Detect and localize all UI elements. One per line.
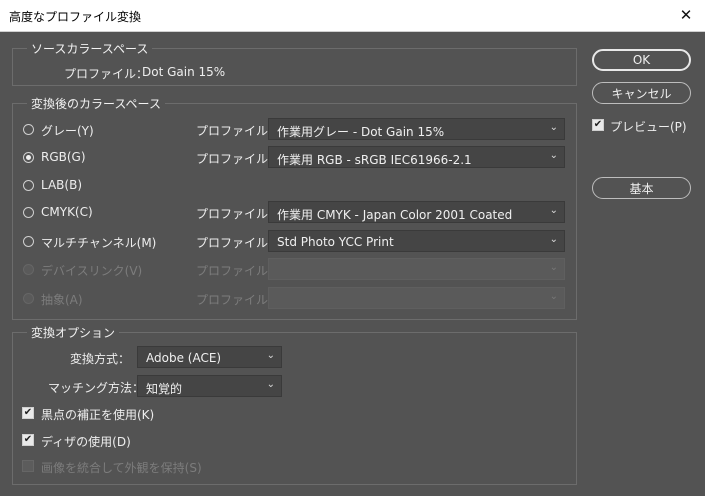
radio-lab[interactable] bbox=[23, 180, 34, 191]
chevron-down-icon: ⌄ bbox=[549, 291, 558, 302]
title-bar: 高度なプロファイル変換 ✕ bbox=[0, 0, 705, 32]
preview-checkbox[interactable]: ✔ bbox=[592, 119, 604, 131]
flatten-label: 画像を統合して外観を保持(S) bbox=[41, 461, 202, 475]
radio-cmyk[interactable] bbox=[23, 207, 34, 218]
intent-value: 知覚的 bbox=[146, 382, 183, 396]
abstract-profile-select[interactable]: ⌄ bbox=[268, 287, 565, 309]
destination-color-space-group: 変換後のカラースペース グレー(Y) プロファイル： 作業用グレー - Dot … bbox=[12, 95, 577, 320]
dither-checkbox[interactable]: ✔ bbox=[22, 434, 34, 446]
chevron-down-icon: ⌄ bbox=[549, 122, 558, 133]
radio-multichannel[interactable] bbox=[23, 236, 34, 247]
chevron-down-icon: ⌄ bbox=[549, 262, 558, 273]
destination-group-legend: 変換後のカラースペース bbox=[27, 95, 165, 112]
radio-gray-label: グレー(Y) bbox=[41, 124, 94, 138]
dialog-body: ソースカラースペース プロファイル： Dot Gain 15% 変換後のカラース… bbox=[0, 32, 705, 496]
dither-label: ディザの使用(D) bbox=[41, 435, 131, 449]
radio-cmyk-label: CMYK(C) bbox=[41, 205, 93, 219]
source-profile-label: プロファイル： bbox=[64, 67, 149, 81]
black-point-label: 黒点の補正を使用(K) bbox=[41, 408, 155, 422]
chevron-down-icon: ⌄ bbox=[549, 150, 558, 161]
black-point-checkbox[interactable]: ✔ bbox=[22, 407, 34, 419]
chevron-down-icon: ⌄ bbox=[266, 350, 275, 361]
chevron-down-icon: ⌄ bbox=[266, 379, 275, 390]
chevron-down-icon: ⌄ bbox=[549, 205, 558, 216]
checkmark-icon: ✔ bbox=[593, 119, 603, 130]
engine-select[interactable]: Adobe (ACE) ⌄ bbox=[137, 346, 282, 368]
radio-abstract[interactable] bbox=[23, 293, 34, 304]
radio-device-link-label: デバイスリンク(V) bbox=[41, 264, 143, 278]
multichannel-profile-select[interactable]: Std Photo YCC Print ⌄ bbox=[268, 230, 565, 252]
source-group-legend: ソースカラースペース bbox=[27, 40, 153, 57]
checkmark-icon: ✔ bbox=[23, 434, 33, 445]
radio-device-link[interactable] bbox=[23, 264, 34, 275]
conversion-options-group: 変換オプション 変換方式： Adobe (ACE) ⌄ マッチング方法： 知覚的… bbox=[12, 324, 577, 485]
options-group-legend: 変換オプション bbox=[27, 324, 120, 341]
window-title: 高度なプロファイル変換 bbox=[9, 10, 142, 24]
basic-button[interactable]: 基本 bbox=[592, 177, 691, 199]
gray-profile-select[interactable]: 作業用グレー - Dot Gain 15% ⌄ bbox=[268, 118, 565, 140]
gray-profile-value: 作業用グレー - Dot Gain 15% bbox=[277, 125, 445, 139]
intent-select[interactable]: 知覚的 ⌄ bbox=[137, 375, 282, 397]
engine-value: Adobe (ACE) bbox=[146, 351, 222, 365]
radio-abstract-label: 抽象(A) bbox=[41, 293, 83, 307]
radio-rgb-label: RGB(G) bbox=[41, 150, 86, 164]
cancel-button[interactable]: キャンセル bbox=[592, 82, 691, 104]
checkmark-icon: ✔ bbox=[23, 407, 33, 418]
preview-label: プレビュー(P) bbox=[610, 120, 687, 134]
cmyk-profile-select[interactable]: 作業用 CMYK - Japan Color 2001 Coated ⌄ bbox=[268, 201, 565, 223]
chevron-down-icon: ⌄ bbox=[549, 234, 558, 245]
cmyk-profile-value: 作業用 CMYK - Japan Color 2001 Coated bbox=[277, 208, 513, 222]
rgb-profile-select[interactable]: 作業用 RGB - sRGB IEC61966-2.1 ⌄ bbox=[268, 146, 565, 168]
flatten-checkbox[interactable] bbox=[22, 460, 34, 472]
radio-lab-label: LAB(B) bbox=[41, 178, 82, 192]
device-link-profile-select[interactable]: ⌄ bbox=[268, 258, 565, 280]
source-color-space-group: ソースカラースペース プロファイル： Dot Gain 15% bbox=[12, 40, 577, 86]
ok-button[interactable]: OK bbox=[592, 49, 691, 71]
intent-label: マッチング方法： bbox=[48, 381, 145, 395]
multichannel-profile-value: Std Photo YCC Print bbox=[277, 235, 394, 249]
radio-gray[interactable] bbox=[23, 124, 34, 135]
close-icon[interactable]: ✕ bbox=[673, 2, 699, 28]
radio-multichannel-label: マルチチャンネル(M) bbox=[41, 236, 157, 250]
rgb-profile-value: 作業用 RGB - sRGB IEC61966-2.1 bbox=[277, 153, 472, 167]
radio-rgb[interactable] bbox=[23, 152, 34, 163]
engine-label: 変換方式： bbox=[70, 352, 131, 366]
source-profile-value: Dot Gain 15% bbox=[142, 65, 226, 79]
